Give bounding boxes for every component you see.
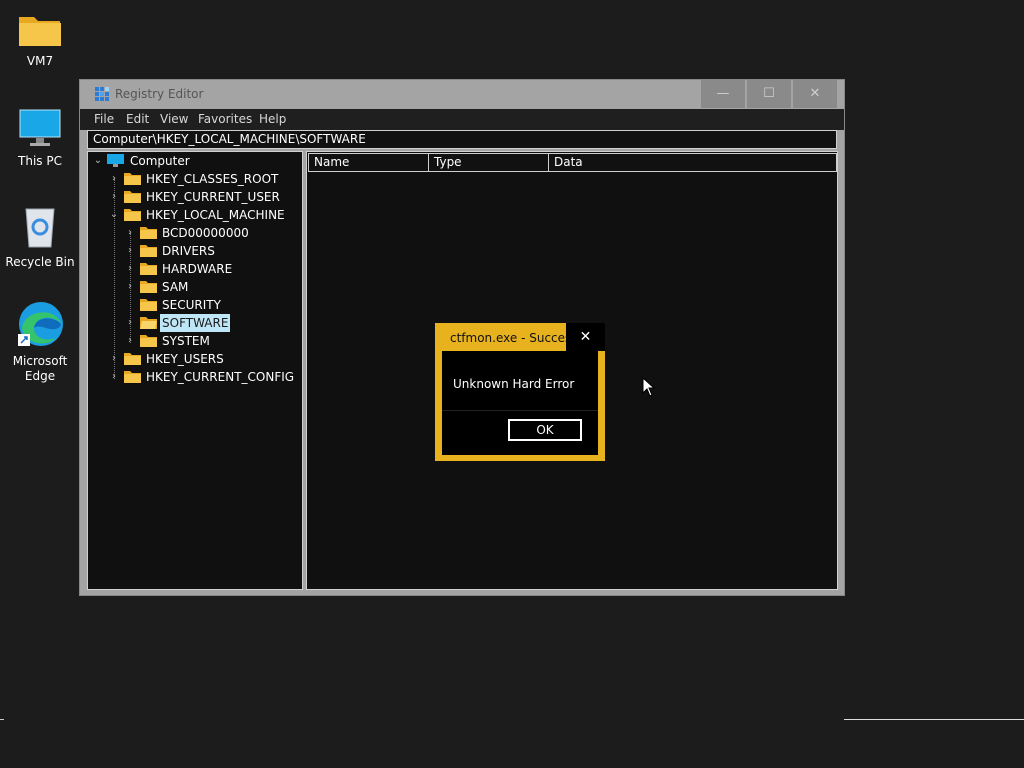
chevron-right-icon[interactable]: › — [108, 368, 120, 386]
folder-open-icon — [140, 317, 157, 329]
tree-node-label: HKEY_CLASSES_ROOT — [146, 172, 279, 186]
tree-node-label: HKEY_USERS — [146, 352, 224, 366]
screen-edge-line — [844, 719, 1024, 720]
mouse-cursor-icon — [642, 377, 656, 397]
tree-node-label: SOFTWARE — [160, 314, 231, 332]
column-header-type[interactable]: Type — [428, 153, 549, 172]
chevron-right-icon[interactable]: › — [124, 332, 136, 350]
tree-node-label: DRIVERS — [162, 244, 215, 258]
tree-node-label: HKEY_CURRENT_CONFIG — [146, 370, 295, 384]
column-header-data[interactable]: Data — [548, 153, 837, 172]
desktop-icon-edge[interactable]: Microsoft Edge — [0, 300, 80, 384]
tree-node-label: Computer — [130, 154, 190, 168]
folder-icon — [140, 335, 157, 347]
tree-node-label: SYSTEM — [162, 334, 210, 348]
chevron-down-icon[interactable]: ⌄ — [108, 206, 120, 224]
chevron-right-icon[interactable]: › — [124, 278, 136, 296]
folder-icon — [124, 173, 141, 185]
column-header-name[interactable]: Name — [308, 153, 429, 172]
tree-node-label: HARDWARE — [162, 262, 233, 276]
chevron-right-icon[interactable]: › — [108, 188, 120, 206]
chevron-right-icon[interactable]: › — [108, 350, 120, 368]
menu-bar: File Edit View Favorites Help — [80, 109, 844, 130]
folder-icon — [140, 263, 157, 275]
folder-icon — [140, 227, 157, 239]
chevron-right-icon[interactable]: › — [124, 314, 136, 332]
folder-icon — [140, 245, 157, 257]
minimize-button[interactable]: — — [701, 80, 745, 108]
chevron-down-icon[interactable]: ⌄ — [92, 152, 104, 170]
tree-node-label: HKEY_CURRENT_USER — [146, 190, 280, 204]
recycle-bin-icon — [25, 208, 55, 248]
tree-node-label: BCD00000000 — [162, 226, 249, 240]
maximize-button[interactable]: ☐ — [747, 80, 791, 108]
folder-icon — [19, 17, 61, 46]
screen-edge-line — [0, 719, 4, 720]
menu-view[interactable]: View — [160, 112, 188, 126]
dialog-close-button[interactable]: ✕ — [566, 323, 605, 351]
chevron-right-icon[interactable]: › — [124, 242, 136, 260]
address-bar[interactable]: Computer\HKEY_LOCAL_MACHINE\SOFTWARE — [87, 130, 837, 149]
chevron-right-icon[interactable]: › — [108, 170, 120, 188]
tree-node-label: HKEY_LOCAL_MACHINE — [146, 208, 285, 222]
folder-icon — [124, 353, 141, 365]
menu-help[interactable]: Help — [259, 112, 286, 126]
dialog-body: Unknown Hard Error OK — [442, 351, 598, 455]
chevron-right-icon[interactable]: › — [124, 260, 136, 278]
error-dialog[interactable]: ctfmon.exe - Success ✕ Unknown Hard Erro… — [435, 323, 605, 461]
registry-editor-icon — [95, 87, 109, 101]
close-button[interactable]: ✕ — [793, 80, 837, 108]
ok-button[interactable]: OK — [508, 419, 582, 441]
folder-icon — [124, 209, 141, 221]
tree-node-label: SAM — [162, 280, 189, 294]
dialog-message: Unknown Hard Error — [453, 377, 575, 391]
desktop-icon-label: This PC — [18, 154, 62, 168]
desktop-icon-label: Recycle Bin — [5, 255, 75, 269]
folder-icon — [124, 371, 141, 383]
folder-icon — [140, 281, 157, 293]
chevron-right-icon[interactable]: › — [124, 224, 136, 242]
window-title: Registry Editor — [115, 87, 204, 101]
desktop-icon-recycle-bin[interactable]: Recycle Bin — [0, 205, 80, 270]
menu-edit[interactable]: Edit — [126, 112, 149, 126]
desktop-icon-this-pc[interactable]: This PC — [0, 108, 80, 169]
folder-icon — [124, 191, 141, 203]
folder-icon — [140, 299, 157, 311]
desktop-icon-vm7[interactable]: VM7 — [0, 12, 80, 69]
key-tree[interactable]: ⌄ Computer › HKEY_CLASSES_ROOT › HKEY_CU… — [87, 151, 303, 590]
desktop-icon-label: VM7 — [26, 54, 54, 68]
menu-favorites[interactable]: Favorites — [198, 112, 252, 126]
computer-icon — [107, 154, 124, 167]
desktop-icon-label: Microsoft Edge — [12, 354, 68, 383]
tree-node-label: SECURITY — [162, 298, 221, 312]
title-bar[interactable]: Registry Editor — ☐ ✕ — [80, 80, 844, 109]
edge-icon — [18, 302, 63, 346]
dialog-title: ctfmon.exe - Success — [450, 331, 578, 345]
monitor-icon — [19, 109, 61, 146]
menu-file[interactable]: File — [94, 112, 114, 126]
